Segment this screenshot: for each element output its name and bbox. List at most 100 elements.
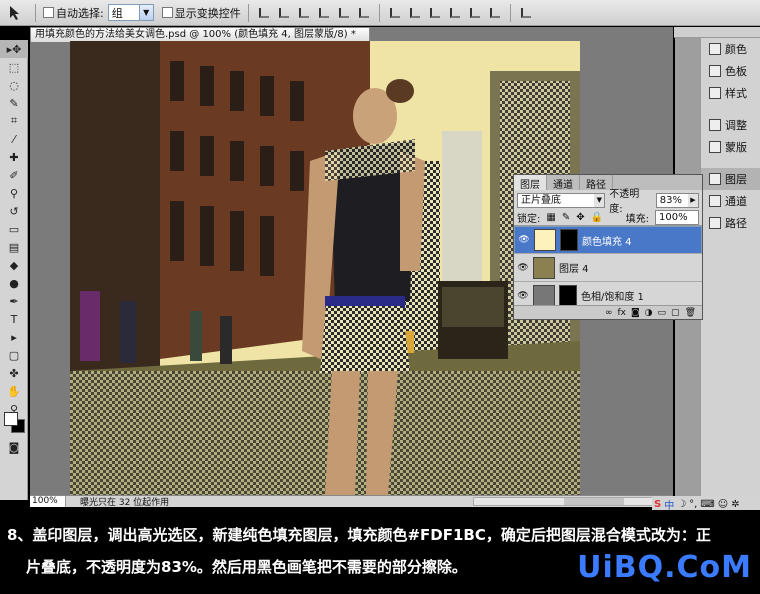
checkbox-box[interactable]	[161, 7, 173, 18]
align-top-icon[interactable]	[256, 5, 272, 21]
align-left-icon[interactable]	[316, 5, 332, 21]
pen-tool-button[interactable]: ✒	[0, 292, 28, 310]
horizontal-scrollbar[interactable]	[473, 497, 673, 506]
fill-input[interactable]: 100%	[655, 210, 699, 225]
moon-icon[interactable]: ☽	[677, 499, 686, 510]
eye-icon[interactable]: 👁	[517, 263, 529, 273]
eyedropper-tool-button[interactable]: ⁄	[0, 130, 28, 148]
type-tool-button[interactable]: T	[0, 310, 28, 328]
dock-item-color[interactable]: 颜色	[701, 38, 760, 60]
distribute-middle-icon[interactable]	[407, 5, 423, 21]
dock-item-paths[interactable]: 路径	[701, 212, 760, 234]
distribute-bottom-icon[interactable]	[427, 5, 443, 21]
lasso-tool-button[interactable]: ◌	[0, 76, 28, 94]
distribute-left-icon[interactable]	[447, 5, 463, 21]
layers-panel-tabs: 图层 通道 路径	[514, 175, 702, 191]
add-mask-icon[interactable]: ◙	[631, 308, 640, 318]
quick-select-tool-button[interactable]: ✎	[0, 94, 28, 112]
document-tab[interactable]: 用填充颜色的方法给美女调色.psd @ 100% (颜色填充 4, 图层蒙版/8…	[30, 27, 370, 42]
blend-mode-dropdown[interactable]: 正片叠底 ▼	[517, 192, 606, 208]
punct-icon[interactable]: °,	[689, 499, 697, 510]
dock-item-masks[interactable]: 蒙版	[701, 136, 760, 158]
dock-item-adjustments[interactable]: 调整	[701, 114, 760, 136]
dodge-tool-button[interactable]: ●	[0, 274, 28, 292]
crop-tool-button[interactable]: ⌗	[0, 112, 28, 130]
foreground-color-swatch[interactable]	[4, 412, 18, 426]
layer-mask-thumbnail[interactable]	[560, 229, 578, 251]
scroll-thumb[interactable]	[564, 498, 624, 505]
paths-icon	[709, 217, 721, 229]
blend-mode-value: 正片叠底	[521, 194, 561, 206]
brush-tool-button[interactable]: ✐	[0, 166, 28, 184]
distribute-right-icon[interactable]	[487, 5, 503, 21]
caption-line-1: 8、盖印图层，调出高光选区，新建纯色填充图层，填充颜色#FDF1BC，确定后把图…	[7, 526, 711, 544]
clone-stamp-tool-button[interactable]: ⚲	[0, 184, 28, 202]
color-swatches[interactable]	[4, 412, 26, 434]
tray-item-s[interactable]: S	[654, 499, 661, 510]
eye-icon[interactable]: 👁	[517, 291, 529, 301]
path-select-tool-button[interactable]: ▸	[0, 328, 28, 346]
shape-tool-button[interactable]: ▢	[0, 346, 28, 364]
quick-mask-button[interactable]: ◙	[0, 438, 28, 456]
group-icon[interactable]: ▭	[658, 308, 667, 318]
chevron-right-icon[interactable]: ▶	[688, 193, 698, 207]
opacity-input[interactable]: 83% ▶	[655, 192, 699, 208]
dock-item-channels[interactable]: 通道	[701, 190, 760, 212]
eye-icon[interactable]: 👁	[518, 235, 530, 245]
auto-align-icon[interactable]	[518, 5, 534, 21]
align-middle-icon[interactable]	[276, 5, 292, 21]
zoom-level[interactable]: 100%	[30, 496, 66, 507]
opacity-value: 83%	[659, 194, 683, 206]
lock-pixels-icon[interactable]: ✎	[562, 212, 570, 223]
status-info[interactable]: 曝光只在 32 位起作用	[66, 495, 169, 508]
color-icon	[709, 43, 721, 55]
show-transform-checkbox[interactable]: 显示变换控件	[161, 5, 241, 21]
dock-item-swatches[interactable]: 色板	[701, 60, 760, 82]
lock-position-icon[interactable]: ✥	[576, 212, 584, 223]
3d-tool-button[interactable]: ✤	[0, 364, 28, 382]
history-brush-tool-button[interactable]: ↺	[0, 202, 28, 220]
layer-row[interactable]: 👁 图层 4	[514, 254, 702, 282]
layer-mask-thumbnail[interactable]	[559, 284, 577, 307]
distribute-center-icon[interactable]	[467, 5, 483, 21]
tab-channels[interactable]: 通道	[547, 175, 580, 191]
blend-row: 正片叠底 ▼ 不透明度: 83% ▶	[514, 189, 702, 215]
image-canvas[interactable]	[70, 41, 580, 495]
lock-transparent-icon[interactable]: ▦	[546, 212, 555, 223]
new-layer-icon[interactable]: ▢	[671, 308, 680, 318]
tab-paths[interactable]: 路径	[580, 175, 613, 191]
move-tool-button[interactable]: ▸✥	[0, 40, 28, 58]
distribute-top-icon[interactable]	[387, 5, 403, 21]
keyboard-icon[interactable]: ⌨	[700, 499, 714, 510]
tab-layers[interactable]: 图层	[514, 175, 547, 191]
eraser-tool-button[interactable]: ▭	[0, 220, 28, 238]
dock-item-layers[interactable]: 图层	[701, 168, 760, 190]
swatches-icon	[709, 65, 721, 77]
auto-select-checkbox[interactable]: 自动选择:	[43, 5, 104, 21]
align-right-icon[interactable]	[356, 5, 372, 21]
hand-tool-button[interactable]: ✋	[0, 382, 28, 400]
checkbox-box[interactable]	[43, 7, 54, 18]
dock-header	[674, 27, 760, 38]
adjustment-icon[interactable]: ◑	[645, 308, 653, 318]
dock-label: 颜色	[725, 43, 747, 56]
auto-select-dropdown[interactable]: 组 ▼	[107, 4, 154, 21]
blur-tool-button[interactable]: ◆	[0, 256, 28, 274]
settings-icon[interactable]: ✲	[731, 499, 739, 510]
healing-brush-tool-button[interactable]: ✚	[0, 148, 28, 166]
align-bottom-icon[interactable]	[296, 5, 312, 21]
dock-item-styles[interactable]: 样式	[701, 82, 760, 104]
user-icon[interactable]: ☺	[718, 499, 728, 510]
adjustments-icon	[709, 119, 721, 131]
dock-label: 调整	[725, 119, 747, 132]
gradient-tool-button[interactable]: ▤	[0, 238, 28, 256]
marquee-tool-button[interactable]: ⬚	[0, 58, 28, 76]
status-bar: 100% 曝光只在 32 位起作用	[30, 495, 673, 508]
layer-row[interactable]: 👁 颜色填充 4	[514, 226, 702, 254]
link-icon[interactable]: ∞	[605, 308, 613, 318]
move-tool-icon[interactable]	[4, 3, 28, 23]
fx-icon[interactable]: fx	[617, 308, 626, 318]
trash-icon[interactable]: 🗑	[685, 308, 696, 318]
align-center-icon[interactable]	[336, 5, 352, 21]
lock-all-icon[interactable]: 🔒	[591, 212, 603, 223]
